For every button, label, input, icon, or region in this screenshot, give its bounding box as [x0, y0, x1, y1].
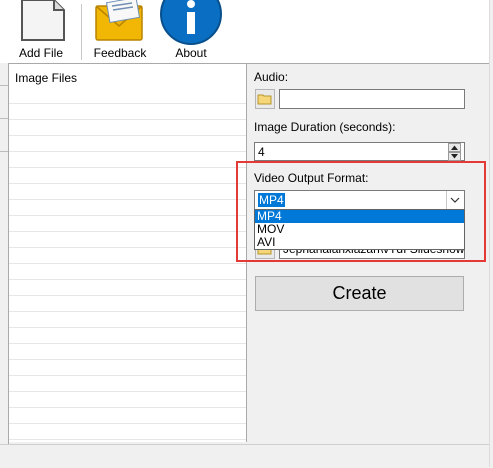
image-files-header: Image Files — [15, 71, 78, 85]
add-file-label: Add File — [18, 46, 64, 60]
feedback-envelope-icon — [95, 0, 143, 41]
create-button[interactable]: Create — [255, 276, 464, 311]
image-duration-label: Image Duration (seconds): — [254, 120, 396, 134]
about-info-icon — [160, 0, 222, 45]
spin-down-arrow-icon[interactable] — [448, 152, 461, 161]
duration-spinner[interactable] — [448, 143, 461, 161]
left-window-edge — [0, 63, 8, 467]
feedback-label: Feedback — [93, 46, 147, 60]
right-window-edge — [489, 0, 493, 467]
status-strip — [0, 444, 493, 468]
add-file-icon — [21, 0, 65, 41]
add-file-button[interactable]: Add File — [10, 0, 72, 63]
audio-label: Audio: — [254, 70, 289, 84]
folder-icon — [257, 94, 272, 105]
toolbar-separator — [81, 4, 82, 60]
audio-browse-button[interactable] — [255, 89, 275, 109]
audio-path-input[interactable] — [279, 89, 465, 109]
image-duration-input[interactable]: 4 — [254, 142, 465, 161]
image-files-list[interactable]: Image Files — [9, 64, 247, 442]
about-label: About — [175, 46, 207, 60]
image-files-rows — [9, 88, 246, 442]
highlight-box — [236, 161, 486, 262]
spin-up-arrow-icon[interactable] — [448, 143, 461, 152]
about-button[interactable]: About — [158, 0, 224, 63]
feedback-button[interactable]: Feedback — [88, 0, 152, 63]
toolbar: Add File Feedback About — [0, 0, 493, 63]
